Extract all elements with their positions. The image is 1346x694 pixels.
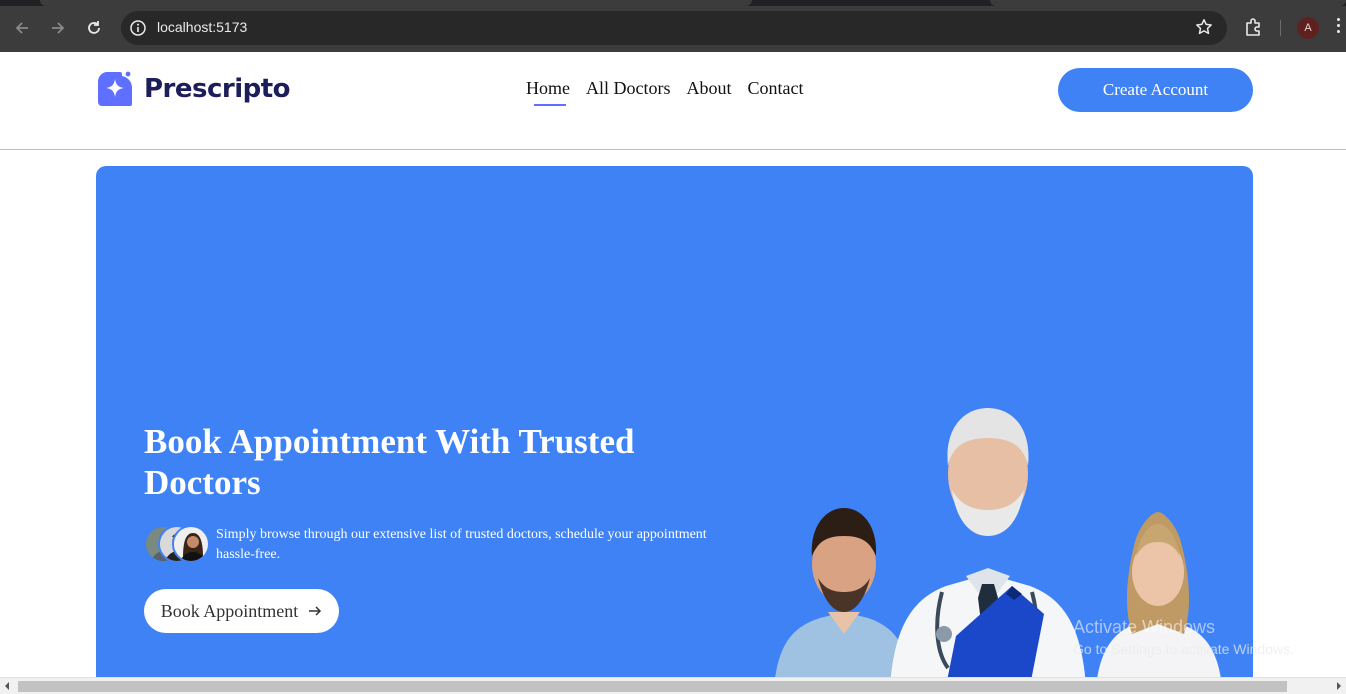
back-icon[interactable] [8,14,36,42]
kebab-menu-icon[interactable] [1335,18,1341,38]
arrow-right-icon [309,606,322,616]
doctor-figure-center [890,408,1086,686]
watermark-title: Activate Windows [1073,617,1216,637]
brand-name: Prescripto [144,74,291,104]
tab-strip [0,0,1346,6]
doctor-profile-group [144,524,210,566]
profile-photo [172,525,210,563]
site-header: Prescripto Home All Doctors About Contac… [0,52,1346,150]
forward-icon[interactable] [44,14,72,42]
inactive-tab[interactable] [990,0,1346,6]
scroll-right-icon[interactable] [1337,682,1341,690]
windows-activation-watermark: Activate Windows Go to Settings to activ… [1073,617,1294,657]
reload-icon[interactable] [80,14,108,42]
book-appointment-button[interactable]: Book Appointment [144,589,339,633]
doctor-figure-left [774,508,912,686]
hero-title: Book Appointment With Trusted Doctors [144,422,635,502]
brand-logo[interactable]: Prescripto [96,70,291,108]
address-bar[interactable]: localhost:5173 [121,11,1227,45]
nav-home[interactable]: Home [526,78,570,106]
toolbar-separator [1280,20,1281,36]
book-appointment-label: Book Appointment [160,600,299,621]
hero-description: Simply browse through our extensive list… [216,527,707,562]
create-account-button[interactable]: Create Account [1058,68,1253,112]
watermark-subtitle: Go to Settings to activate Windows. [1073,641,1294,657]
profile-avatar[interactable]: A [1297,17,1319,39]
bookmark-star-icon[interactable] [1195,18,1213,41]
nav-contact[interactable]: Contact [748,78,804,99]
prescripto-logo-icon [97,71,133,106]
hero-banner: Book Appointment With Trusted Doctors Si… [96,166,1253,686]
url-text[interactable]: localhost:5173 [157,19,247,35]
doctor-figure-right [1096,512,1222,686]
scroll-left-icon[interactable] [5,682,9,690]
horizontal-scrollbar[interactable] [0,677,1346,694]
active-tab[interactable] [40,0,752,6]
main-nav: Home All Doctors About Contact [526,78,804,106]
browser-toolbar: localhost:5173 A [0,0,1346,52]
extensions-icon[interactable] [1243,16,1265,43]
nav-all-doctors[interactable]: All Doctors [586,78,671,99]
nav-about[interactable]: About [687,78,732,99]
scrollbar-thumb[interactable] [18,681,1287,692]
site-info-icon[interactable] [129,19,147,42]
